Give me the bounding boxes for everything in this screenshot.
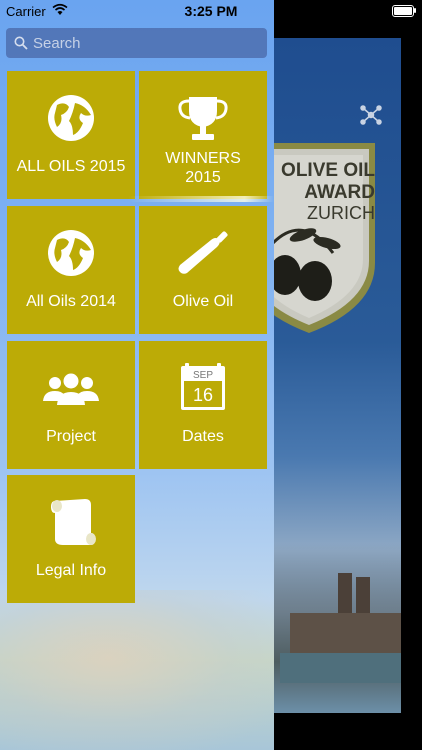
tile-project[interactable]: Project (7, 341, 135, 469)
trophy-icon (178, 97, 228, 140)
tile-olive-oil[interactable]: Olive Oil (139, 206, 267, 334)
calendar-day: 16 (193, 385, 213, 405)
bottle-icon (178, 231, 228, 274)
tile-label: Legal Info (35, 562, 107, 579)
tile-label: ALL OILS 2015 (16, 158, 126, 175)
status-bar: Carrier 3:25 PM (0, 0, 422, 22)
calendar-icon: SEP 16 (181, 363, 225, 410)
globe-icon (48, 230, 94, 276)
scroll-icon (51, 499, 96, 545)
tile-label: All Oils 2014 (26, 293, 116, 310)
share-icon[interactable] (360, 104, 382, 126)
tile-all-oils-2014[interactable]: All Oils 2014 (7, 206, 135, 334)
search-bar[interactable] (6, 28, 267, 58)
battery-indicator (356, 4, 416, 18)
tile-all-oils-2015[interactable]: ALL OILS 2015 (7, 71, 135, 199)
tile-dates[interactable]: SEP 16 Dates (139, 341, 267, 469)
globe-icon (48, 95, 94, 141)
tile-label: Olive Oil (172, 293, 234, 310)
side-menu: ALL OILS 2015 WINNERS 2015 All Oils 2014… (0, 0, 274, 750)
tile-winners-2015[interactable]: WINNERS 2015 (139, 71, 267, 199)
search-icon (14, 36, 28, 50)
search-input[interactable] (33, 28, 261, 58)
calendar-month: SEP (193, 370, 213, 381)
tile-legal-info[interactable]: Legal Info (7, 475, 135, 603)
tile-label: WINNERS 2015 (165, 150, 241, 186)
tile-label: Dates (182, 428, 224, 445)
people-icon (43, 373, 99, 405)
tile-label: Project (46, 428, 96, 445)
